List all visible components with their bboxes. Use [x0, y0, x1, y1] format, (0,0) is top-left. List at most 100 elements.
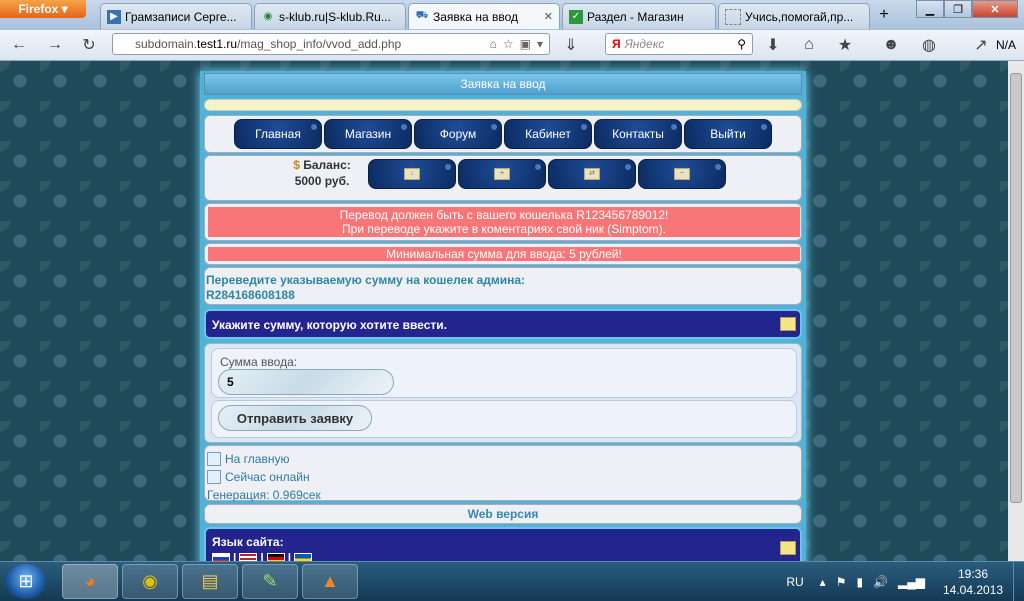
new-tab-button[interactable]: + [873, 5, 895, 25]
dropdown-arrow-icon[interactable]: ▾ [537, 37, 543, 51]
reload-button[interactable]: ↻ [78, 34, 100, 56]
taskbar-vlc[interactable]: ▲ [302, 564, 358, 599]
network-signal-icon[interactable]: ▂▄▆ [898, 575, 925, 589]
usa-flag-icon[interactable] [239, 552, 258, 561]
start-button[interactable]: ⊞ [6, 564, 46, 599]
taskbar-notepad[interactable]: ✎ [242, 564, 298, 599]
ukraine-flag-icon[interactable] [294, 552, 313, 561]
russia-flag-icon[interactable] [212, 552, 230, 561]
search-icon[interactable]: ⚲ [737, 37, 752, 51]
show-desktop-button[interactable] [1013, 562, 1024, 601]
language-bar: Язык сайта: | | | [204, 527, 802, 561]
transfer-info: Переведите указываемую сумму на кошелек … [206, 273, 525, 303]
firefox-menu-label: Firefox [18, 2, 59, 16]
tab-uchis[interactable]: Учись,помогай,пр... [718, 3, 870, 29]
amount-heading: Укажите сумму, которую хотите ввести. [212, 318, 447, 332]
scrollbar-thumb[interactable] [1010, 73, 1022, 503]
action-center-flag-icon[interactable]: ⚑ [836, 575, 847, 589]
minimize-button[interactable]: ▁ [916, 0, 944, 18]
users-online-icon [207, 470, 221, 484]
bookmarks-icon[interactable]: ★ [834, 34, 856, 56]
maximize-button[interactable]: ❐ [944, 0, 972, 18]
address-bar[interactable]: subdomain.test1.ru/mag_shop_info/vvod_ad… [112, 33, 550, 55]
search-placeholder: Яндекс [624, 37, 665, 51]
germany-flag-icon[interactable] [266, 552, 285, 561]
page-icon [725, 8, 741, 25]
menu-forum-button[interactable]: Форум [414, 119, 502, 149]
close-tab-icon[interactable]: ✕ [544, 10, 553, 23]
menu-cabinet-button[interactable]: Кабинет [504, 119, 592, 149]
tab-gramzapisi[interactable]: ▶ Грамзаписи Серге... [100, 3, 252, 29]
tab-label: s-klub.ru|S-klub.Ru... [279, 9, 391, 24]
menu-contacts-button[interactable]: Контакты [594, 119, 682, 149]
downloads-icon[interactable]: ⬇ [762, 34, 784, 56]
clock-date: 14.04.2013 [942, 582, 1004, 597]
submit-request-button[interactable]: Отправить заявку [218, 405, 372, 431]
taskbar-clock[interactable]: 19:36 14.04.2013 [937, 566, 1009, 598]
submit-group: Отправить заявку [211, 400, 797, 438]
money-bag-icon: $ [293, 158, 300, 172]
cart-icon: ⛟ [415, 10, 429, 21]
min-amount-alert: Минимальная сумма для ввода: 5 рублей! [208, 247, 800, 261]
wallet-deposit-button[interactable]: ↓ [368, 159, 456, 189]
balance-value: 5000 руб. [294, 174, 350, 188]
globe-icon: ◉ [263, 11, 273, 22]
tab-razdel-magazin[interactable]: ✓ Раздел - Магазин [562, 3, 716, 29]
menu-shop-button[interactable]: Магазин [324, 119, 412, 149]
windows-taskbar: ⊞ ◕ ◉ ▤ ✎ ▲ RU ▴ ⚑ ▮ 🔊 ▂▄▆ 19:36 14.04.2… [0, 561, 1024, 601]
back-button[interactable]: ← [8, 34, 30, 56]
firefox-menu-button[interactable]: Firefox ▾ [0, 0, 86, 18]
taskbar-chrome[interactable]: ◉ [122, 564, 178, 599]
tab-zayavka-active[interactable]: ⛟ Заявка на ввод ✕ [408, 3, 560, 29]
battery-icon[interactable]: ▮ [856, 575, 863, 589]
taskbar-firefox[interactable]: ◕ [62, 564, 118, 599]
bookmark-star-icon[interactable]: ☆ [503, 37, 514, 51]
close-window-button[interactable]: ✕ [972, 0, 1018, 18]
notepad-icon: ✎ [262, 571, 278, 591]
menu-logout-button[interactable]: Выйти [684, 119, 772, 149]
wallet-notice-alert: Перевод должен быть с вашего кошелька R1… [208, 207, 800, 237]
forward-button[interactable]: → [44, 34, 66, 56]
download-addon-icon[interactable]: ⇓ [560, 34, 582, 56]
balance-info: $ Баланс: 5000 руб. [278, 157, 366, 191]
news-ticker [204, 99, 802, 111]
home-link-label: На главную [225, 452, 290, 466]
yandex-logo-icon: Я [612, 37, 621, 51]
money-in-icon: ↓ [404, 168, 420, 180]
online-link[interactable]: Сейчас онлайн [207, 470, 310, 484]
amount-form: Сумма ввода: 5 Отправить заявку [204, 343, 802, 443]
web-version-link[interactable]: Web версия [204, 504, 802, 524]
vertical-scrollbar[interactable] [1008, 61, 1024, 561]
screen-icon[interactable]: ▣ [520, 37, 531, 51]
addon-globe-icon[interactable]: ◍ [918, 34, 940, 56]
search-bar[interactable]: Я Яндекс ⚲ [605, 33, 753, 55]
tab-label: Учись,помогай,пр... [745, 9, 854, 24]
navigation-toolbar: ← → ↻ subdomain.test1.ru/mag_shop_info/v… [0, 30, 1024, 61]
tab-label: Раздел - Магазин [587, 9, 684, 24]
home-link[interactable]: На главную [207, 452, 289, 466]
notice-line-2: При переводе укажите в коментариях свой … [342, 222, 666, 236]
admin-wallet-number: R284168608188 [206, 288, 295, 302]
vlc-cone-icon: ▲ [321, 571, 339, 591]
tab-s-klub[interactable]: ◉ s-klub.ru|S-klub.Ru... [254, 3, 406, 29]
amount-field-group: Сумма ввода: 5 [211, 348, 797, 398]
tray-expand-icon[interactable]: ▴ [820, 575, 826, 589]
wallet-transfer-button[interactable]: ⇄ [548, 159, 636, 189]
chart-addon-icon[interactable]: ↗ [970, 34, 992, 56]
language-indicator[interactable]: RU [786, 575, 803, 589]
volume-icon[interactable]: 🔊 [873, 575, 888, 589]
amount-input[interactable]: 5 [218, 369, 394, 395]
taskbar-explorer[interactable]: ▤ [182, 564, 238, 599]
money-add-icon: + [494, 168, 510, 180]
generation-time: Генерация: 0.969сек [207, 488, 321, 502]
amount-heading-bar: Укажите сумму, которую хотите ввести. [204, 309, 802, 339]
wallet-withdraw-button[interactable]: − [638, 159, 726, 189]
home-icon[interactable]: ⌂ [490, 37, 497, 51]
tab-label: Заявка на ввод [433, 9, 518, 24]
addon-avatar-icon[interactable]: ☻ [880, 34, 902, 56]
notice-line-1: Перевод должен быть с вашего кошелька R1… [339, 208, 669, 222]
menu-home-button[interactable]: Главная [234, 119, 322, 149]
home-button-icon[interactable]: ⌂ [798, 34, 820, 56]
chrome-icon: ◉ [142, 571, 158, 591]
wallet-add-button[interactable]: + [458, 159, 546, 189]
